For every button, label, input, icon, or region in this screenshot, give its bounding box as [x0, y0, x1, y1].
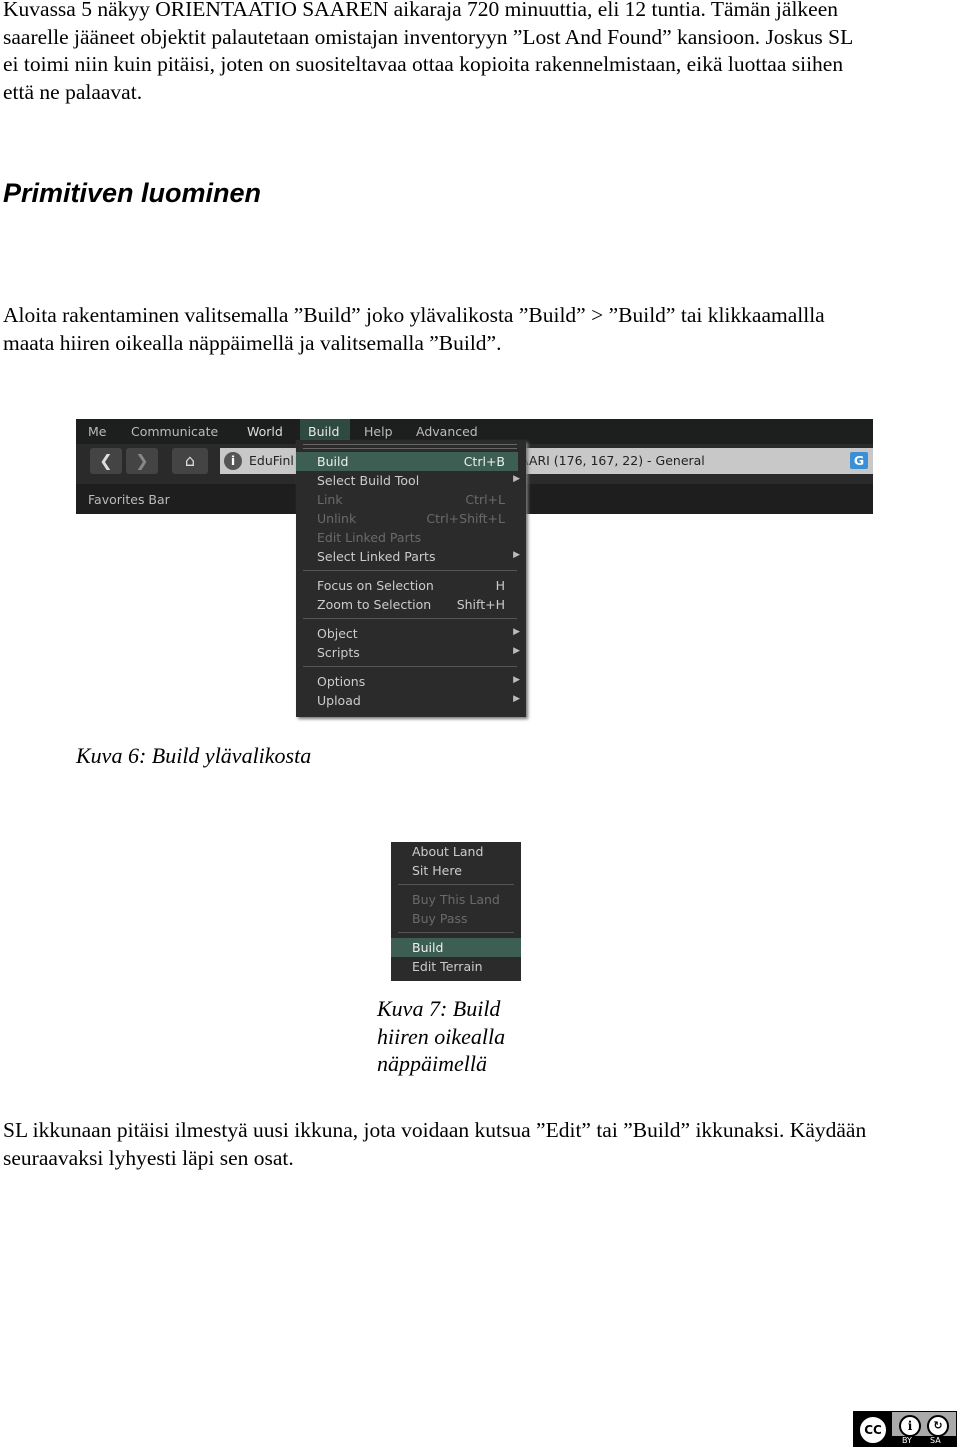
submenu-arrow-icon: ▶	[513, 474, 520, 484]
menu-item-sit-here[interactable]: Sit Here	[391, 861, 521, 880]
menu-advanced[interactable]: Advanced	[416, 424, 478, 439]
menu-item-label: Link	[317, 492, 343, 507]
menu-item-label: Zoom to Selection	[317, 597, 432, 612]
caption-line: Kuva 7: Build	[377, 996, 501, 1021]
menu-item-about-land[interactable]: About Land	[391, 842, 521, 861]
text-line: että ne palaavat.	[3, 79, 143, 104]
text-line: seuraavaksi lyhyesti läpi sen osat.	[3, 1145, 294, 1170]
text-line: Kuvassa 5 näkyy ORIENTAATIO SAAREN aikar…	[3, 0, 839, 21]
menu-me[interactable]: Me	[88, 424, 106, 439]
home-icon[interactable]: ⌂	[172, 448, 208, 474]
menu-item-scripts[interactable]: Scripts ▶	[296, 643, 520, 662]
menu-item-build[interactable]: Build	[391, 938, 521, 957]
figure-caption-6: Kuva 6: Build ylävalikosta	[76, 743, 312, 768]
menu-item-shortcut: H	[495, 578, 505, 593]
general-rating-badge: G	[850, 452, 868, 469]
menu-item-label: Build	[412, 940, 444, 955]
back-icon[interactable]: ❮	[90, 448, 122, 474]
menu-item-shortcut: Ctrl+B	[463, 454, 505, 469]
location-text-right: AARI (176, 167, 22) - General	[520, 453, 705, 468]
menu-item-edit-terrain[interactable]: Edit Terrain	[391, 957, 521, 976]
context-menu-screenshot: About Land Sit Here Buy This Land Buy Pass B…	[391, 842, 521, 981]
submenu-arrow-icon: ▶	[513, 550, 520, 560]
instruction-paragraph: Aloita rakentaminen valitsemalla ”Build”…	[3, 302, 825, 357]
location-text-left: EduFinl	[249, 453, 294, 468]
share-alike-icon: ↻	[927, 1415, 949, 1437]
build-dropdown-menu: Build Ctrl+B Select Build Tool ▶ Link Ctrl+L U…	[296, 440, 526, 717]
submenu-arrow-icon: ▶	[513, 627, 520, 637]
menu-item-build[interactable]: Build Ctrl+B	[296, 452, 518, 471]
menu-item-select-build-tool[interactable]: Select Build Tool ▶	[296, 471, 520, 490]
menu-item-label: Buy This Land	[412, 892, 500, 907]
menu-item-buy-pass: Buy Pass	[391, 909, 521, 928]
creative-commons-license-badge: CC i ↻ BY SA	[853, 1411, 957, 1447]
sa-label: SA	[930, 1436, 941, 1445]
menu-item-label: About Land	[412, 844, 484, 859]
menu-item-shortcut: Ctrl+Shift+L	[426, 511, 505, 526]
menu-item-label: Focus on Selection	[317, 578, 434, 593]
text-line: Aloita rakentaminen valitsemalla ”Build”…	[3, 303, 825, 327]
menu-item-shortcut: Shift+H	[456, 597, 505, 612]
menu-world[interactable]: World	[247, 424, 283, 439]
text-line: saarelle jääneet objektit palautetaan om…	[3, 24, 854, 49]
by-label: BY	[902, 1436, 912, 1445]
submenu-arrow-icon: ▶	[513, 694, 520, 704]
caption-line: hiiren oikealla	[377, 1023, 506, 1049]
text-line: SL ikkunaan pitäisi ilmestyä uusi ikkuna…	[3, 1118, 867, 1142]
menu-separator	[303, 666, 517, 667]
forward-icon[interactable]: ❯	[126, 448, 158, 474]
menu-item-label: Edit Terrain	[412, 959, 483, 974]
text-line: ei toimi niin kuin pitäisi, joten on suo…	[3, 52, 844, 76]
menu-item-select-linked-parts[interactable]: Select Linked Parts ▶	[296, 547, 520, 566]
menu-separator	[303, 570, 517, 571]
menu-item-label: Object	[317, 626, 358, 641]
menu-item-label: Buy Pass	[412, 911, 468, 926]
menu-help[interactable]: Help	[364, 424, 393, 439]
menu-item-edit-linked-parts: Edit Linked Parts	[296, 528, 518, 547]
menu-item-link: Link Ctrl+L	[296, 490, 518, 509]
menu-item-shortcut: Ctrl+L	[465, 492, 505, 507]
menu-item-label: Select Build Tool	[317, 473, 420, 488]
menu-item-object[interactable]: Object ▶	[296, 624, 520, 643]
section-heading: Primitiven luominen	[3, 178, 262, 208]
figure-caption-7: Kuva 7: Build hiiren oikealla näppäimell…	[377, 995, 505, 1078]
submenu-arrow-icon: ▶	[513, 646, 520, 656]
menu-item-buy-this-land: Buy This Land	[391, 890, 521, 909]
menu-item-label: Unlink	[317, 511, 357, 526]
menu-item-label: Scripts	[317, 645, 360, 660]
menu-separator	[398, 884, 514, 885]
menu-item-label: Options	[317, 674, 366, 689]
caption-line: näppäimellä	[377, 1051, 487, 1076]
menu-item-unlink: Unlink Ctrl+Shift+L	[296, 509, 518, 528]
cc-icon: CC	[857, 1414, 889, 1446]
info-icon[interactable]: i	[224, 452, 242, 470]
intro-paragraph: Kuvassa 5 näkyy ORIENTAATIO SAAREN aikar…	[3, 0, 853, 106]
menu-communicate[interactable]: Communicate	[131, 424, 218, 439]
favorites-bar[interactable]: Favorites Bar	[88, 492, 170, 507]
attribution-icon: i	[899, 1415, 921, 1437]
text-line: maata hiiren oikealla näppäimellä ja val…	[3, 330, 502, 355]
menu-item-options[interactable]: Options ▶	[296, 672, 520, 691]
menu-item-label: Sit Here	[412, 863, 462, 878]
menu-item-label: Select Linked Parts	[317, 549, 436, 564]
menu-item-upload[interactable]: Upload ▶	[296, 691, 520, 710]
menu-item-focus-on-selection[interactable]: Focus on Selection H	[296, 576, 518, 595]
menu-item-label: Edit Linked Parts	[317, 530, 422, 545]
menu-separator	[398, 932, 514, 933]
closing-paragraph: SL ikkunaan pitäisi ilmestyä uusi ikkuna…	[3, 1117, 866, 1172]
menu-item-zoom-to-selection[interactable]: Zoom to Selection Shift+H	[296, 595, 518, 614]
menu-separator	[303, 618, 517, 619]
submenu-arrow-icon: ▶	[513, 675, 520, 685]
menu-item-label: Upload	[317, 693, 361, 708]
menu-item-label: Build	[317, 454, 349, 469]
